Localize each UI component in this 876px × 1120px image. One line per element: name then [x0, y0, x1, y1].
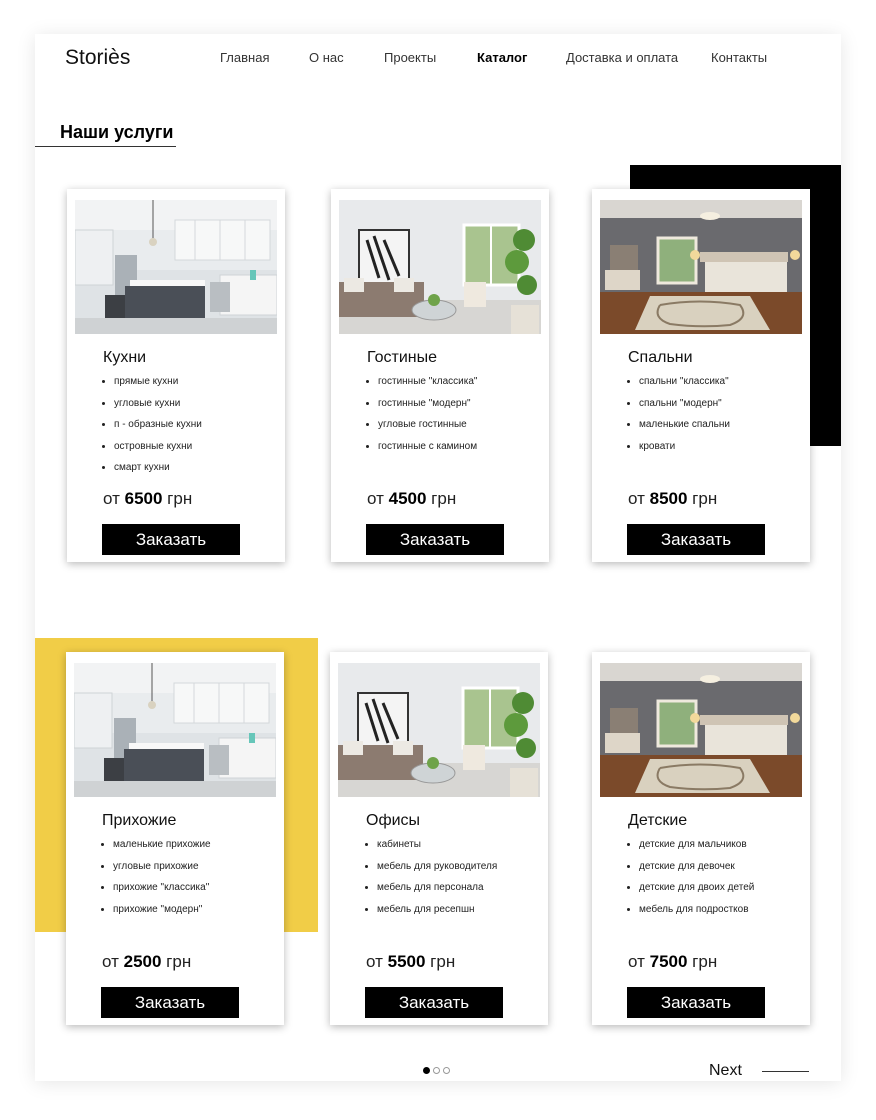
order-button[interactable]: Заказать: [627, 987, 765, 1018]
price-value: 2500: [123, 952, 162, 971]
bedroom-photo: [600, 663, 802, 797]
section-title: Наши услуги: [60, 122, 174, 142]
nav-item-projects[interactable]: Проекты: [384, 50, 436, 65]
card-feature-list: кабинеты мебель для руководителя мебель …: [366, 838, 497, 924]
living-room-photo: [338, 663, 540, 797]
card-title: Детские: [628, 812, 688, 829]
pagination-dot-2[interactable]: [433, 1067, 440, 1074]
card-price: от 2500 грн: [102, 952, 192, 971]
order-button[interactable]: Заказать: [366, 524, 504, 555]
list-item: маленькие спальни: [639, 418, 730, 440]
list-item: мебель для руководителя: [377, 860, 497, 882]
card-feature-list: гостинные "классика" гостинные "модерн" …: [367, 375, 477, 461]
service-card-offices: Офисы кабинеты мебель для руководителя м…: [330, 652, 548, 1025]
card-feature-list: детские для мальчиков детские для девоче…: [628, 838, 754, 924]
list-item: детские для мальчиков: [639, 838, 754, 860]
list-item: детские для девочек: [639, 860, 754, 882]
list-item: прихожие "классика": [113, 881, 211, 903]
list-item: островные кухни: [114, 440, 202, 462]
list-item: прихожие "модерн": [113, 903, 211, 925]
order-button[interactable]: Заказать: [365, 987, 503, 1018]
card-title: Спальни: [628, 349, 693, 366]
pagination-dot-3[interactable]: [443, 1067, 450, 1074]
next-line: [762, 1071, 809, 1072]
order-button[interactable]: Заказать: [102, 524, 240, 555]
page-frame: Storiès Главная О нас Проекты Каталог До…: [35, 34, 841, 1081]
order-button[interactable]: Заказать: [101, 987, 239, 1018]
list-item: кабинеты: [377, 838, 497, 860]
list-item: маленькие прихожие: [113, 838, 211, 860]
title-underline: [35, 146, 176, 147]
list-item: мебель для подростков: [639, 903, 754, 925]
living-room-photo: [339, 200, 541, 334]
list-item: спальни "модерн": [639, 397, 730, 419]
card-feature-list: маленькие прихожие угловые прихожие прих…: [102, 838, 211, 924]
kitchen-photo: [74, 663, 276, 797]
nav-item-catalog[interactable]: Каталог: [477, 50, 527, 65]
kitchen-photo: [75, 200, 277, 334]
nav-item-delivery[interactable]: Доставка и оплата: [566, 50, 678, 65]
bedroom-photo: [600, 200, 802, 334]
list-item: угловые гостинные: [378, 418, 477, 440]
nav-item-contacts[interactable]: Контакты: [711, 50, 767, 65]
list-item: мебель для ресепшн: [377, 903, 497, 925]
card-title: Офисы: [366, 812, 421, 829]
card-price: от 5500 грн: [366, 952, 456, 971]
card-feature-list: спальни "классика" спальни "модерн" мале…: [628, 375, 730, 461]
order-button[interactable]: Заказать: [627, 524, 765, 555]
list-item: гостинные "модерн": [378, 397, 477, 419]
service-card-kitchens: Кухни прямые кухни угловые кухни п - обр…: [67, 189, 285, 562]
list-item: гостинные "классика": [378, 375, 477, 397]
card-title: Кухни: [103, 349, 147, 366]
nav-item-home[interactable]: Главная: [220, 50, 269, 65]
card-feature-list: прямые кухни угловые кухни п - образные …: [103, 375, 202, 483]
price-value: 8500: [649, 489, 688, 508]
card-price: от 8500 грн: [628, 489, 718, 508]
card-title: Прихожие: [102, 812, 177, 829]
card-price: от 4500 грн: [367, 489, 457, 508]
next-button[interactable]: Next: [709, 1062, 742, 1080]
service-card-living-rooms: Гостиные гостинные "классика" гостинные …: [331, 189, 549, 562]
list-item: угловые прихожие: [113, 860, 211, 882]
list-item: угловые кухни: [114, 397, 202, 419]
price-value: 5500: [387, 952, 426, 971]
list-item: п - образные кухни: [114, 418, 202, 440]
card-price: от 7500 грн: [628, 952, 718, 971]
list-item: гостинные с камином: [378, 440, 477, 462]
main-nav: Главная О нас Проекты Каталог Доставка и…: [35, 50, 841, 70]
service-card-bedrooms: Спальни спальни "классика" спальни "моде…: [592, 189, 810, 562]
card-price: от 6500 грн: [103, 489, 193, 508]
list-item: смарт кухни: [114, 461, 202, 483]
list-item: мебель для персонала: [377, 881, 497, 903]
service-card-kids-rooms: Детские детские для мальчиков детские дл…: [592, 652, 810, 1025]
pagination-dot-1[interactable]: [423, 1067, 430, 1074]
price-value: 7500: [649, 952, 688, 971]
list-item: детские для двоих детей: [639, 881, 754, 903]
service-card-hallways: Прихожие маленькие прихожие угловые прих…: [66, 652, 284, 1025]
card-title: Гостиные: [367, 349, 437, 366]
list-item: кровати: [639, 440, 730, 462]
nav-item-about[interactable]: О нас: [309, 50, 344, 65]
list-item: прямые кухни: [114, 375, 202, 397]
price-value: 4500: [388, 489, 427, 508]
price-value: 6500: [124, 489, 163, 508]
list-item: спальни "классика": [639, 375, 730, 397]
